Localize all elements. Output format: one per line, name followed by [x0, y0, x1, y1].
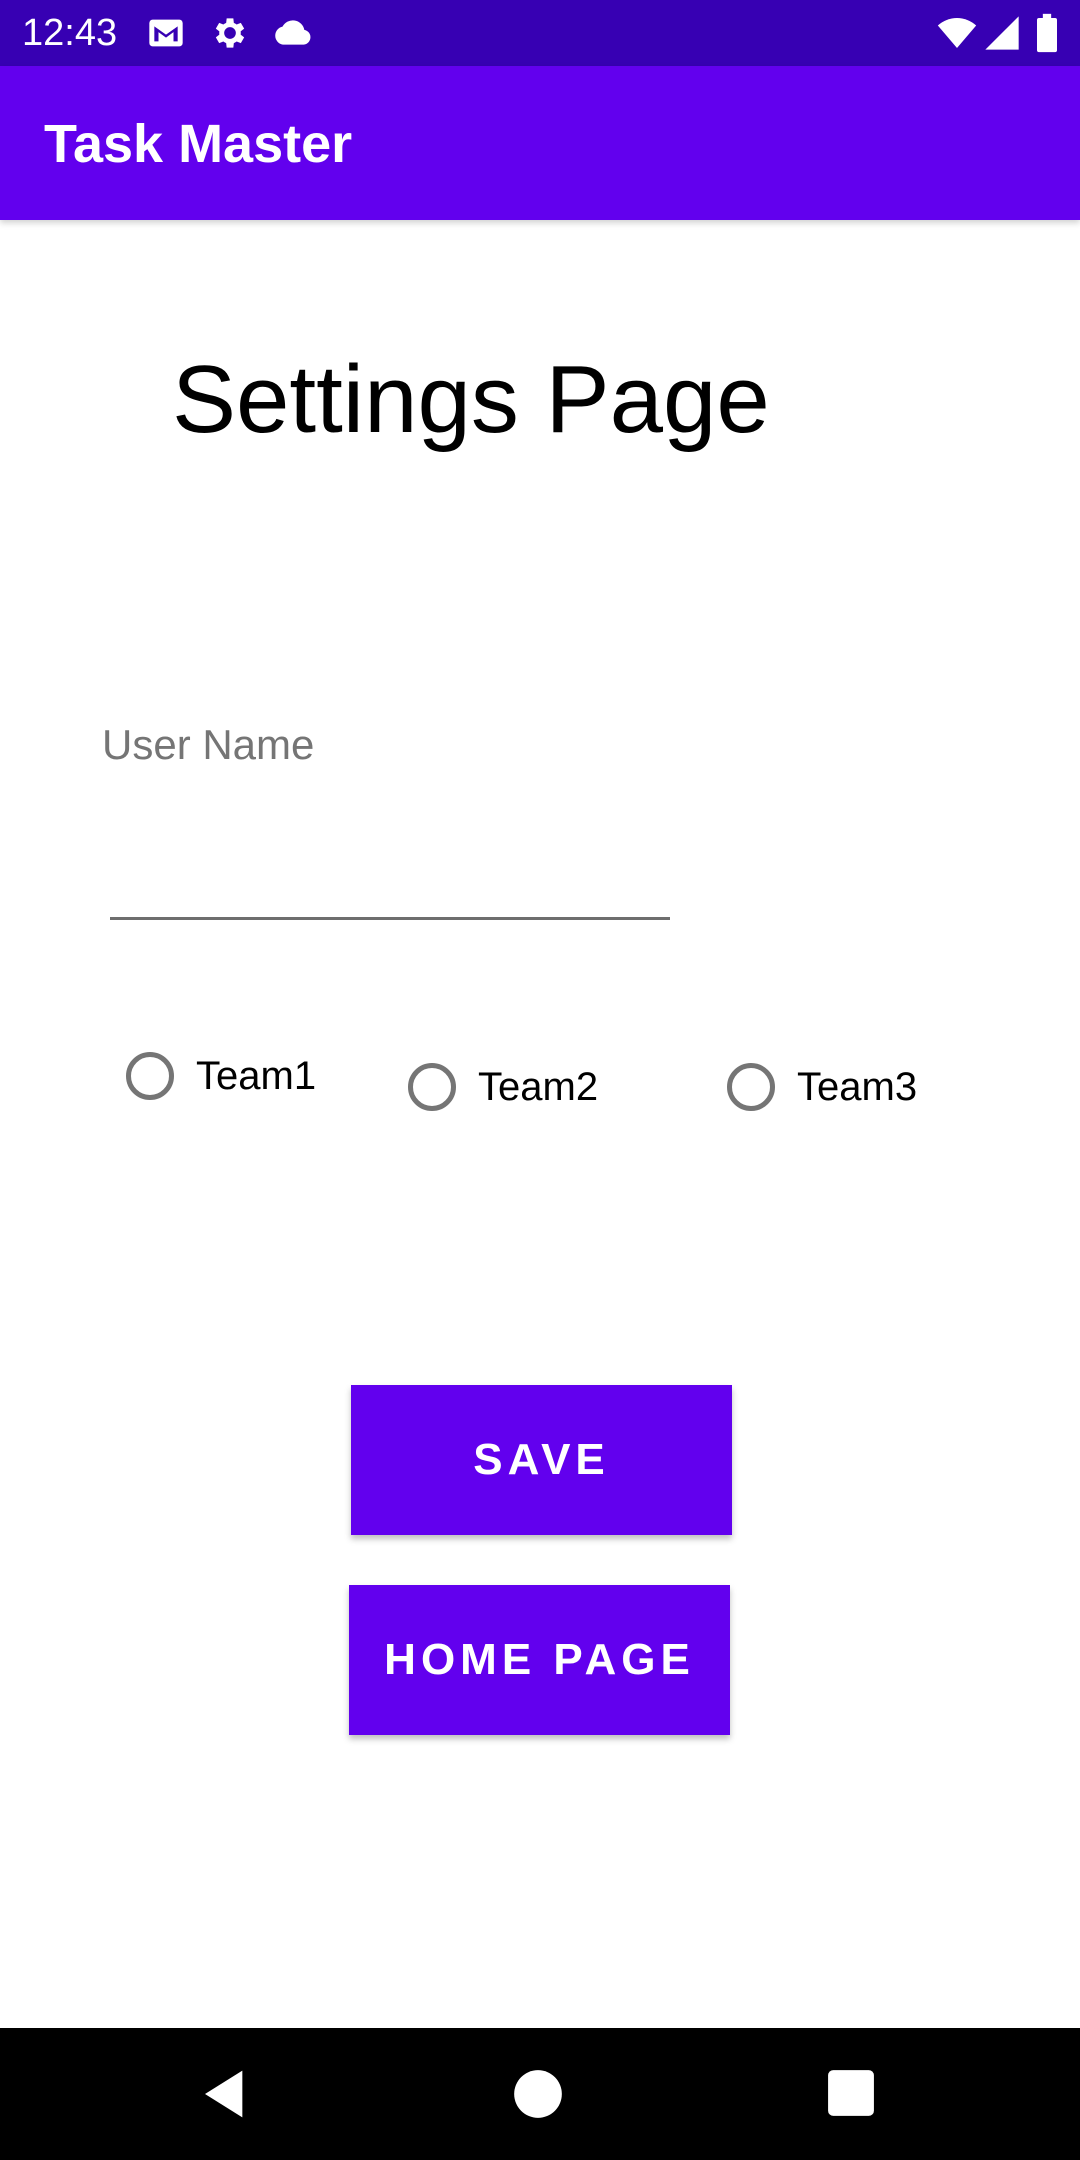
navigation-bar — [0, 2028, 1080, 2160]
gear-icon — [210, 13, 250, 53]
status-bar: 12:43 — [0, 0, 1080, 66]
radio-team3-label: Team3 — [797, 1065, 918, 1109]
battery-icon — [1034, 13, 1060, 53]
signal-icon — [982, 13, 1022, 53]
radio-team1-label: Team1 — [196, 1054, 317, 1098]
home-icon[interactable] — [512, 2068, 564, 2120]
status-time: 12:43 — [22, 12, 118, 54]
radio-circle-icon[interactable] — [727, 1063, 775, 1111]
page-title: Settings Page — [172, 346, 770, 453]
radio-circle-icon[interactable] — [408, 1063, 456, 1111]
save-button[interactable]: SAVE — [351, 1385, 732, 1535]
radio-team2[interactable]: Team2 — [408, 1063, 598, 1111]
cloud-icon — [270, 13, 314, 53]
radio-team3[interactable]: Team3 — [727, 1063, 917, 1111]
wifi-icon — [934, 13, 980, 53]
username-field[interactable] — [110, 800, 670, 920]
username-label: User Name — [102, 721, 315, 768]
radio-circle-icon[interactable] — [126, 1052, 174, 1100]
recents-icon[interactable] — [826, 2068, 876, 2118]
gmail-icon — [146, 13, 186, 53]
back-icon[interactable] — [198, 2066, 254, 2122]
app-bar: Task Master — [0, 66, 1080, 220]
settings-screen: 12:43 Task Master Settings Page User Nam… — [0, 0, 1080, 2160]
app-title: Task Master — [44, 114, 353, 174]
radio-team2-label: Team2 — [478, 1065, 599, 1109]
home-page-button[interactable]: HOME PAGE — [349, 1585, 730, 1735]
radio-team1[interactable]: Team1 — [126, 1052, 316, 1100]
